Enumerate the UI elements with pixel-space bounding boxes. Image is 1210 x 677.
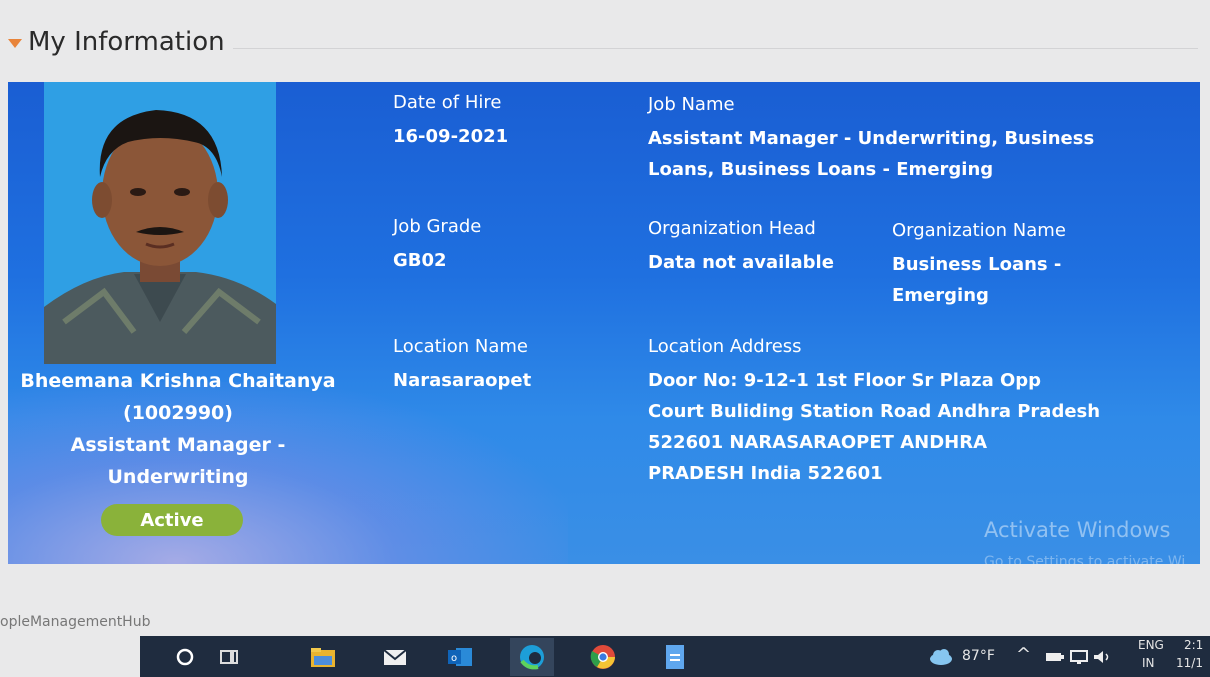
mail-icon[interactable]: [380, 642, 410, 672]
employee-name: Bheemana Krishna Chaitanya: [20, 370, 336, 392]
organization-head-label: Organization Head: [648, 218, 816, 239]
edge-icon[interactable]: [510, 638, 554, 676]
weather-cloud-icon[interactable]: [926, 642, 956, 672]
job-name-value: Assistant Manager - Underwriting, Busine…: [648, 123, 1108, 185]
volume-icon[interactable]: [1088, 642, 1118, 672]
weather-temperature[interactable]: 87°F: [962, 648, 995, 664]
location-address-field: Location Address Door No: 9-12-1 1st Flo…: [648, 336, 1118, 489]
section-header: My Information: [8, 20, 1198, 64]
job-grade-label: Job Grade: [393, 216, 482, 237]
address-line-2: Court Buliding Station Road Andhra Prade…: [648, 401, 1101, 422]
location-address-value: Door No: 9-12-1 1st Floor Sr Plaza Opp C…: [648, 365, 1118, 489]
organization-name-value: Business Loans - Emerging: [892, 249, 1066, 311]
date-of-hire-label: Date of Hire: [393, 92, 502, 113]
organization-name-label: Organization Name: [892, 220, 1066, 241]
chevron-up-icon[interactable]: ^: [1016, 644, 1031, 665]
section-title: My Information: [28, 27, 225, 57]
info-panel: Bheemana Krishna Chaitanya (1002990) Ass…: [8, 82, 1200, 564]
activate-windows-watermark: Activate Windows: [984, 518, 1171, 542]
employee-title-line2: Underwriting: [107, 466, 249, 488]
location-name-field: Location Name Narasaraopet: [393, 336, 531, 396]
hub-label: opleManagementHub: [0, 614, 151, 630]
job-grade-value: GB02: [393, 250, 447, 271]
status-badge: Active: [101, 504, 243, 536]
search-icon[interactable]: [170, 642, 200, 672]
location-name-value: Narasaraopet: [393, 370, 532, 391]
organization-name-line2: Emerging: [892, 285, 989, 306]
job-grade-field: Job Grade GB02: [393, 216, 481, 276]
chrome-icon[interactable]: [588, 642, 618, 672]
windows-taskbar: o 87°F ^ ENG IN 2:1 11/1: [140, 636, 1210, 677]
address-line-1: Door No: 9-12-1 1st Floor Sr Plaza Opp: [648, 370, 1042, 391]
language-bottom[interactable]: IN: [1142, 656, 1155, 670]
employee-photo: [44, 82, 276, 364]
header-divider: [232, 47, 1198, 49]
organization-name-field: Organization Name Business Loans - Emerg…: [892, 220, 1066, 311]
location-name-label: Location Name: [393, 336, 528, 357]
address-line-4: PRADESH India 522601: [648, 463, 883, 484]
job-name-field: Job Name Assistant Manager - Underwritin…: [648, 94, 1108, 185]
outlook-icon[interactable]: o: [445, 642, 475, 672]
organization-name-line1: Business Loans -: [892, 254, 1062, 275]
organization-head-value: Data not available: [648, 252, 834, 273]
svg-text:o: o: [451, 653, 457, 664]
organization-head-field: Organization Head Data not available: [648, 218, 834, 278]
file-explorer-icon[interactable]: [308, 642, 338, 672]
job-name-label: Job Name: [648, 94, 735, 115]
date-of-hire-value: 16-09-2021: [393, 126, 509, 147]
date-of-hire-field: Date of Hire 16-09-2021: [393, 92, 508, 152]
job-name-value-line1: Assistant Manager - Underwriting, Busine…: [648, 128, 1095, 149]
address-line-3: 522601 NARASARAOPET ANDHRA: [648, 432, 988, 453]
clock-time[interactable]: 2:1: [1184, 638, 1203, 652]
location-address-label: Location Address: [648, 336, 802, 357]
document-icon[interactable]: [660, 642, 690, 672]
language-top[interactable]: ENG: [1138, 638, 1164, 652]
employee-title-line1: Assistant Manager -: [70, 434, 286, 456]
task-view-icon[interactable]: [214, 642, 244, 672]
employee-id: (1002990): [123, 402, 233, 424]
clock-date[interactable]: 11/1: [1176, 656, 1203, 670]
job-name-value-line2: Loans, Business Loans - Emerging: [648, 159, 994, 180]
collapse-triangle-icon[interactable]: [8, 38, 22, 48]
activate-windows-subtitle: Go to Settings to activate Wi: [984, 554, 1186, 564]
